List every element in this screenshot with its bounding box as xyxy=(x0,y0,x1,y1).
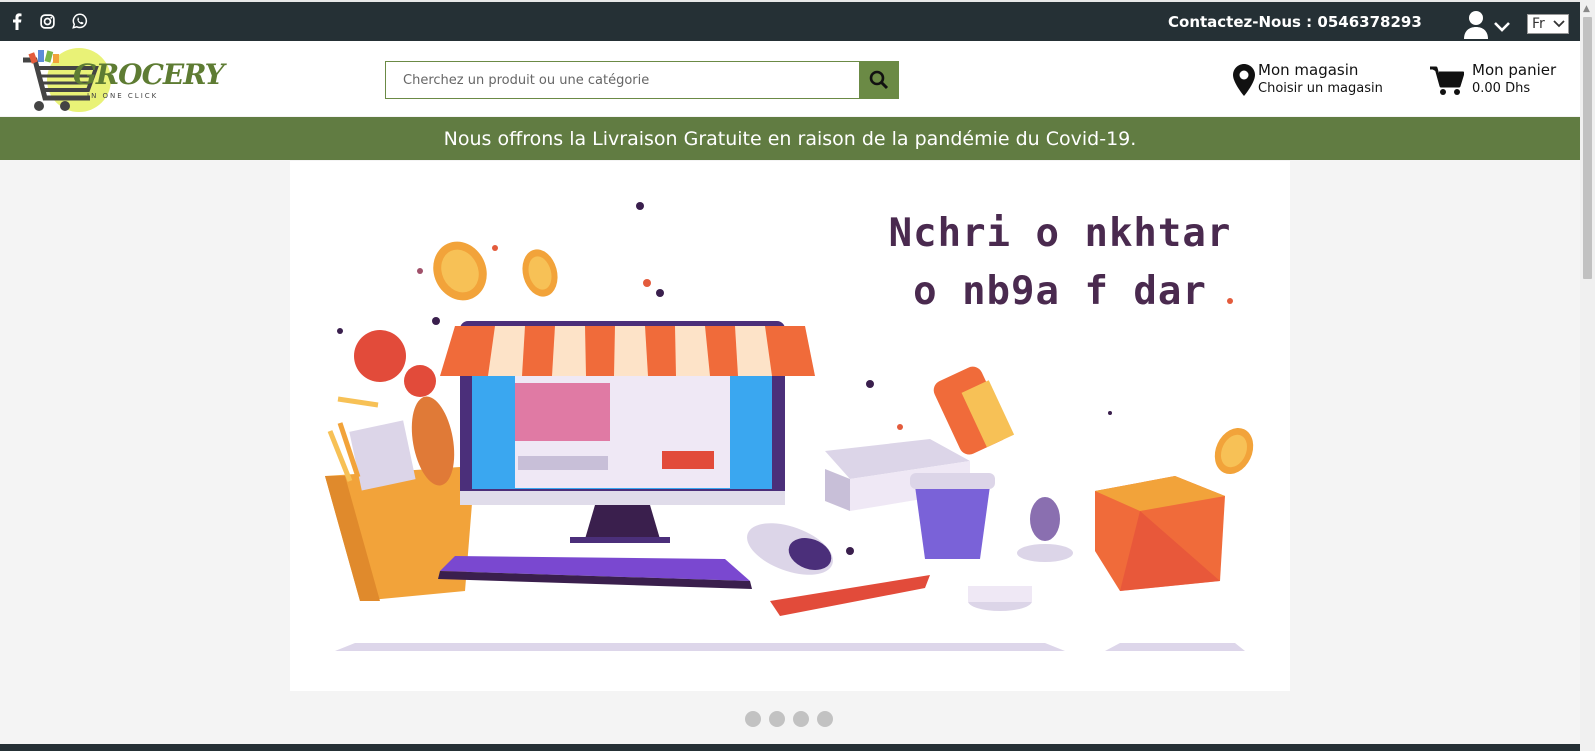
chevron-down-icon xyxy=(1494,22,1510,32)
top-bar: Contactez-Nous : 0546378293 Fr xyxy=(0,0,1580,41)
banner-slogan: Nchri o nkhtar o nb9a f dar xyxy=(885,205,1235,321)
cart-summary[interactable]: Mon panier 0.00 Dhs xyxy=(1430,59,1570,101)
slider-pagination xyxy=(745,711,833,727)
promo-text: Nous offrons la Livraison Gratuite en ra… xyxy=(443,127,1137,150)
main-header: GROCERY IN ONE CLICK Cherchez un produit… xyxy=(0,41,1580,116)
language-select[interactable]: Fr xyxy=(1527,14,1569,34)
slider-dot-1[interactable] xyxy=(745,711,761,727)
contact-phone: Contactez-Nous : 0546378293 xyxy=(1168,13,1422,31)
slogan-line-1: Nchri o nkhtar xyxy=(888,211,1232,256)
slogan-line-2: o nb9a f dar xyxy=(913,269,1207,314)
scroll-up-arrow-icon[interactable]: ▲ xyxy=(1583,4,1590,14)
store-subtitle: Choisir un magasin xyxy=(1258,81,1383,96)
account-menu[interactable] xyxy=(1463,10,1513,39)
cart-icon xyxy=(1430,66,1464,95)
hero-slider[interactable]: Nchri o nkhtar o nb9a f dar xyxy=(290,161,1290,691)
map-pin-icon xyxy=(1233,64,1255,96)
search-button[interactable] xyxy=(859,61,899,99)
facebook-icon[interactable] xyxy=(7,11,27,31)
language-value: Fr xyxy=(1532,16,1545,32)
logo-tagline: IN ONE CLICK xyxy=(87,92,159,100)
user-icon xyxy=(1464,11,1488,39)
instagram-icon[interactable] xyxy=(37,11,57,31)
search-input[interactable]: Cherchez un produit ou une catégorie xyxy=(385,61,859,99)
cart-title: Mon panier xyxy=(1472,61,1557,79)
slider-dot-3[interactable] xyxy=(793,711,809,727)
scrollbar-thumb[interactable] xyxy=(1583,17,1592,279)
logo-text: GROCERY xyxy=(73,58,225,91)
slider-dot-4[interactable] xyxy=(817,711,833,727)
promo-banner: Nous offrons la Livraison Gratuite en ra… xyxy=(0,117,1580,160)
select-chevron-icon xyxy=(1553,20,1565,28)
whatsapp-icon[interactable] xyxy=(70,11,90,31)
store-selector[interactable]: Mon magasin Choisir un magasin xyxy=(1233,59,1383,101)
footer-edge xyxy=(0,744,1595,751)
store-title: Mon magasin xyxy=(1258,61,1359,79)
slider-dot-2[interactable] xyxy=(769,711,785,727)
cart-total: 0.00 Dhs xyxy=(1472,81,1531,96)
search-icon xyxy=(869,70,889,90)
grocery-logo[interactable]: GROCERY IN ONE CLICK xyxy=(21,46,225,114)
